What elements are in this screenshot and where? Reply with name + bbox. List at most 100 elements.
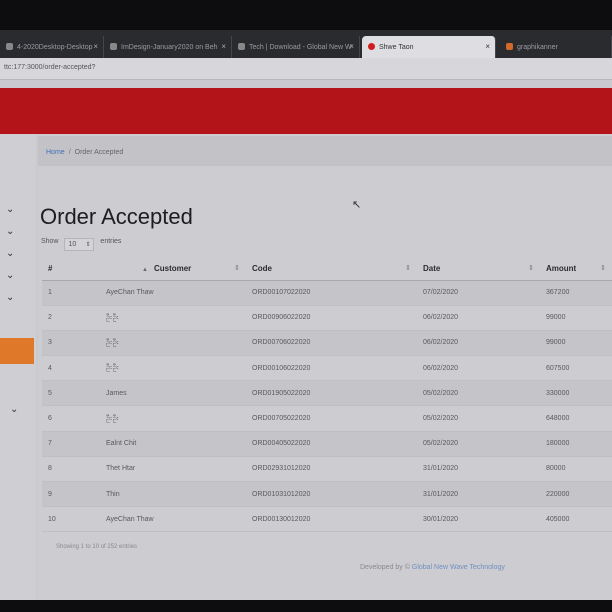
entries-length-control: Show 10 ⇕ entries xyxy=(41,238,121,251)
tab-favicon-icon xyxy=(368,43,375,50)
table-row[interactable]: 1 AyeChan Thaw ORD00107022020 07/02/2020… xyxy=(42,280,612,306)
column-header-label: Amount xyxy=(546,264,577,274)
tab-favicon-icon xyxy=(6,43,13,50)
browser-tab[interactable]: Tech | Download - Global New W × xyxy=(232,36,360,58)
cell-amount: 330000 xyxy=(540,380,612,407)
sidebar-item-active[interactable] xyxy=(0,338,34,364)
show-label: Show xyxy=(41,238,59,245)
table-row[interactable]: 9 Thin ORD01031012020 31/01/2020 220000 xyxy=(42,481,612,508)
sort-icon: ⇕ xyxy=(234,265,240,272)
cell-number: 2 xyxy=(42,305,100,331)
cell-date: 05/02/2020 xyxy=(417,431,540,457)
sort-icon: ⇕ xyxy=(600,265,606,272)
tab-favicon-icon xyxy=(238,43,245,50)
breadcrumb-home-link[interactable]: Home xyxy=(46,149,65,156)
column-header-label: Date xyxy=(423,264,441,274)
column-header-label: Code xyxy=(252,264,272,274)
table-row[interactable]: 2 ဦးဦး ORD00906022020 06/02/2020 99000 xyxy=(42,305,612,331)
column-header-number[interactable]: # xyxy=(42,258,100,281)
updown-arrows-icon: ⇕ xyxy=(85,242,91,248)
cell-date: 05/02/2020 xyxy=(417,380,540,407)
cell-date: 05/02/2020 xyxy=(417,405,540,432)
cell-code: ORD00906022020 xyxy=(246,305,417,331)
chevron-down-icon[interactable]: ⌄ xyxy=(6,226,14,237)
column-header-date[interactable]: Date ⇕ xyxy=(417,258,540,281)
sort-icon: ⇕ xyxy=(528,265,534,272)
cell-number: 4 xyxy=(42,355,100,382)
cell-code: ORD01031012020 xyxy=(246,481,417,508)
cell-code: ORD00107022020 xyxy=(246,280,417,306)
table-row[interactable]: 4 ဦးဦး ORD00106022020 06/02/2020 607500 xyxy=(42,355,612,382)
cell-amount: 607500 xyxy=(540,355,612,382)
cell-amount: 180000 xyxy=(540,431,612,457)
cell-code: ORD00706022020 xyxy=(246,330,417,357)
table-row[interactable]: 10 AyeChan Thaw ORD00130012020 30/01/202… xyxy=(42,506,612,533)
entries-label: entries xyxy=(100,238,122,245)
cell-amount: 367200 xyxy=(540,280,612,306)
cell-date: 07/02/2020 xyxy=(417,280,540,306)
cell-customer: AyeChan Thaw xyxy=(100,506,246,533)
monitor-screen: 4-2020Desktop-Desktop × ImDesign-January… xyxy=(0,30,612,600)
mouse-cursor-icon: ↖ xyxy=(352,199,362,211)
chevron-down-icon[interactable]: ⌄ xyxy=(6,204,14,215)
sort-asc-icon: ▲ xyxy=(142,267,148,274)
chevron-down-icon[interactable]: ⌄ xyxy=(6,292,14,303)
table-row[interactable]: 3 ဦးဦး ORD00706022020 06/02/2020 99000 xyxy=(42,330,612,357)
table-row[interactable]: 7 Ealnt Chit ORD00405022020 05/02/2020 1… xyxy=(42,431,612,457)
cell-amount: 220000 xyxy=(540,481,612,508)
cell-number: 3 xyxy=(42,330,100,357)
cell-number: 7 xyxy=(42,431,100,457)
cell-date: 30/01/2020 xyxy=(417,506,540,533)
cell-date: 31/01/2020 xyxy=(417,481,540,508)
cell-code: ORD00106022020 xyxy=(246,355,417,382)
column-header-code[interactable]: Code ⇕ xyxy=(246,258,417,281)
footer: Developed by © Global New Wave Technolog… xyxy=(360,564,505,571)
cell-amount: 99000 xyxy=(540,330,612,357)
breadcrumb: Home / Order Accepted xyxy=(46,149,123,156)
close-icon[interactable]: × xyxy=(93,42,98,51)
close-icon[interactable]: × xyxy=(485,42,490,51)
breadcrumb-current: Order Accepted xyxy=(74,149,124,156)
address-bar[interactable]: ttc:177:3000/order-accepted? xyxy=(0,58,612,80)
cell-date: 06/02/2020 xyxy=(417,330,540,357)
cell-customer: ဦးဦး xyxy=(100,355,246,382)
cell-date: 31/01/2020 xyxy=(417,456,540,483)
tab-label: 4-2020Desktop-Desktop xyxy=(17,44,93,51)
chevron-down-icon[interactable]: ⌄ xyxy=(6,248,14,259)
tab-label: Shwe Taon xyxy=(379,44,414,51)
sort-icon: ⇕ xyxy=(405,265,411,272)
chevron-down-icon[interactable]: ⌄ xyxy=(10,404,18,415)
chevron-down-icon[interactable]: ⌄ xyxy=(6,270,14,281)
browser-tab-strip: 4-2020Desktop-Desktop × ImDesign-January… xyxy=(0,30,612,58)
cell-code: ORD00405022020 xyxy=(246,431,417,457)
cell-customer: ဦးဦး xyxy=(100,405,246,432)
main-content: Home / Order Accepted Order Accepted Show … xyxy=(38,134,612,600)
column-header-amount[interactable]: Amount ⇕ xyxy=(540,258,612,281)
close-icon[interactable]: × xyxy=(221,42,226,51)
cell-customer: AyeChan Thaw xyxy=(100,280,246,306)
tab-label: Tech | Download - Global New W xyxy=(249,44,352,51)
browser-tab-active[interactable]: Shwe Taon × xyxy=(362,36,496,58)
entries-select[interactable]: 10 ⇕ xyxy=(64,238,95,251)
column-header-label: # xyxy=(48,264,53,274)
cell-customer: Thet Htar xyxy=(100,456,246,483)
cell-amount: 80000 xyxy=(540,456,612,483)
url-text[interactable]: ttc:177:3000/order-accepted? xyxy=(4,64,95,71)
orders-table: # ▲ Customer ⇕ Code ⇕ Date ⇕ Amount ⇕ 1 AyeCh… xyxy=(42,258,612,533)
cell-amount: 648000 xyxy=(540,405,612,432)
table-row[interactable]: 8 Thet Htar ORD02931012020 31/01/2020 80… xyxy=(42,456,612,483)
table-row[interactable]: 6 ဦးဦး ORD00705022020 05/02/2020 648000 xyxy=(42,405,612,432)
browser-tab[interactable]: ImDesign-January2020 on Beh × xyxy=(104,36,232,58)
table-row[interactable]: 5 James ORD01905022020 05/02/2020 330000 xyxy=(42,380,612,407)
cell-customer: James xyxy=(100,380,246,407)
browser-tab[interactable]: graphikanner xyxy=(500,36,612,58)
cell-customer: Thin xyxy=(100,481,246,508)
column-header-customer[interactable]: ▲ Customer ⇕ xyxy=(100,258,246,281)
cell-customer: ဦးဦး xyxy=(100,305,246,331)
cell-number: 5 xyxy=(42,380,100,407)
footer-link[interactable]: Global New Wave Technology xyxy=(412,564,505,571)
browser-tab[interactable]: 4-2020Desktop-Desktop × xyxy=(0,36,104,58)
close-icon[interactable]: × xyxy=(349,42,354,51)
cell-number: 9 xyxy=(42,481,100,508)
sidebar: ⌄ ⌄ ⌄ ⌄ ⌄ ⌄ xyxy=(0,134,36,600)
